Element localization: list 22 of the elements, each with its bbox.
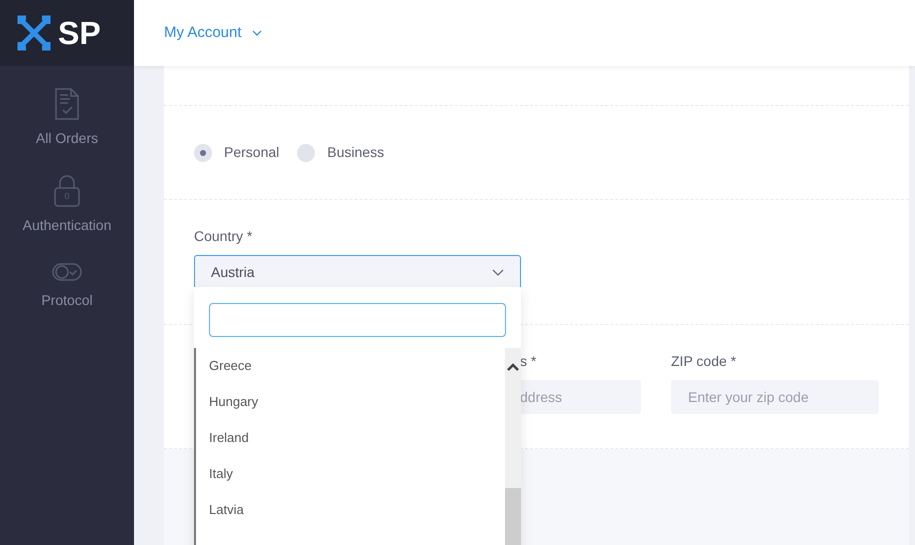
- country-label: Country *: [194, 227, 254, 246]
- country-option[interactable]: Hungary: [196, 384, 505, 420]
- country-select[interactable]: Austria: [194, 255, 521, 290]
- chevron-down-icon: [492, 269, 504, 276]
- account-menu[interactable]: My Account: [164, 22, 262, 44]
- toggle-icon: [52, 262, 82, 282]
- logo-text: SP: [58, 17, 101, 49]
- chevron-down-icon: [252, 30, 262, 36]
- sidebar-item[interactable]: All Orders: [36, 88, 98, 149]
- account-type-radio[interactable]: Personal: [194, 142, 280, 163]
- country-option[interactable]: Greece: [196, 348, 505, 384]
- scrollbar[interactable]: [505, 348, 521, 545]
- account-type-radio[interactable]: Business: [297, 142, 384, 163]
- country-option[interactable]: Ireland: [196, 420, 505, 456]
- zip-label: ZIP code *: [671, 352, 738, 371]
- country-option[interactable]: Latvia: [196, 492, 505, 528]
- country-option[interactable]: Italy: [196, 456, 505, 492]
- search-field[interactable]: [209, 303, 506, 337]
- logo-icon: [16, 15, 52, 51]
- document-check-icon: [54, 88, 80, 120]
- address-label: s *: [520, 352, 536, 371]
- sidebar-item[interactable]: Protocol: [41, 262, 93, 311]
